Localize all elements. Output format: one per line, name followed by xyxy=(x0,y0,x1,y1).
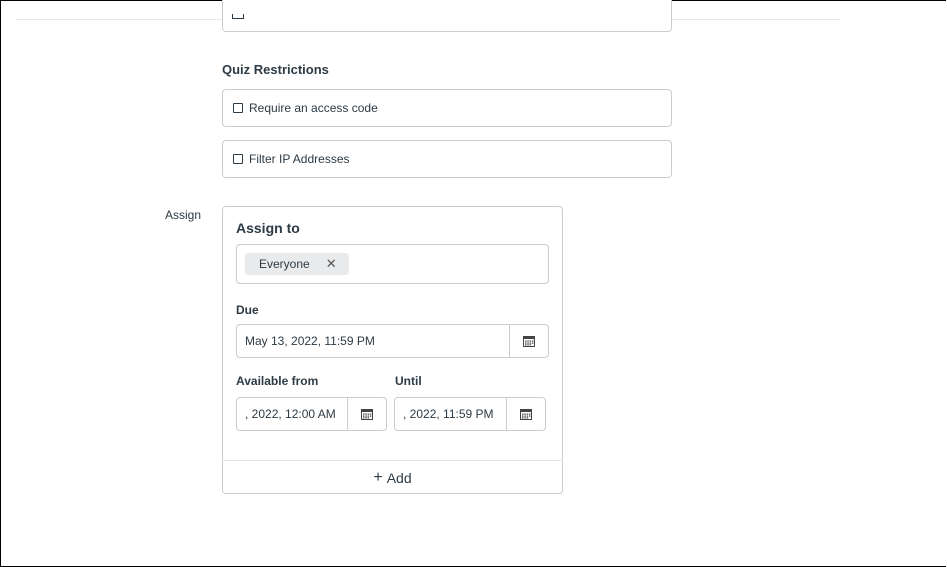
until-label: Until xyxy=(395,374,422,388)
due-calendar-button[interactable] xyxy=(509,325,548,357)
filter-ip-addresses-option[interactable]: Filter IP Addresses xyxy=(222,140,672,178)
quiz-restrictions-title: Quiz Restrictions xyxy=(222,62,329,77)
until-value[interactable]: , 2022, 11:59 PM xyxy=(395,407,506,421)
partial-checkbox[interactable] xyxy=(232,14,244,19)
option-label: Filter IP Addresses xyxy=(249,152,350,166)
option-label: Require an access code xyxy=(249,101,378,115)
assign-to-input[interactable]: Everyone ✕ xyxy=(236,244,549,284)
available-from-calendar-button[interactable] xyxy=(347,398,386,430)
plus-icon: + xyxy=(373,468,383,486)
require-access-code-option[interactable]: Require an access code xyxy=(222,89,672,127)
add-assignment-button[interactable]: + Add xyxy=(222,460,563,494)
until-field[interactable]: , 2022, 11:59 PM xyxy=(394,397,546,431)
require-access-code-checkbox[interactable] xyxy=(233,103,243,113)
assign-row-label: Assign xyxy=(165,208,202,222)
add-label: Add xyxy=(386,469,412,486)
filter-ip-addresses-checkbox[interactable] xyxy=(233,154,243,164)
assign-to-title: Assign to xyxy=(236,220,300,236)
option-box-partial xyxy=(222,0,672,32)
calendar-icon xyxy=(523,336,535,347)
close-icon[interactable]: ✕ xyxy=(326,256,337,272)
calendar-icon xyxy=(520,409,532,420)
assignee-token: Everyone ✕ xyxy=(245,253,349,275)
token-label: Everyone xyxy=(259,257,310,271)
due-label: Due xyxy=(236,303,259,317)
due-date-field[interactable]: May 13, 2022, 11:59 PM xyxy=(236,324,549,358)
until-calendar-button[interactable] xyxy=(506,398,545,430)
available-from-label: Available from xyxy=(236,374,319,388)
calendar-icon xyxy=(361,409,373,420)
available-from-field[interactable]: , 2022, 12:00 AM xyxy=(236,397,387,431)
available-from-value[interactable]: , 2022, 12:00 AM xyxy=(237,407,347,421)
due-date-value[interactable]: May 13, 2022, 11:59 PM xyxy=(237,334,509,348)
